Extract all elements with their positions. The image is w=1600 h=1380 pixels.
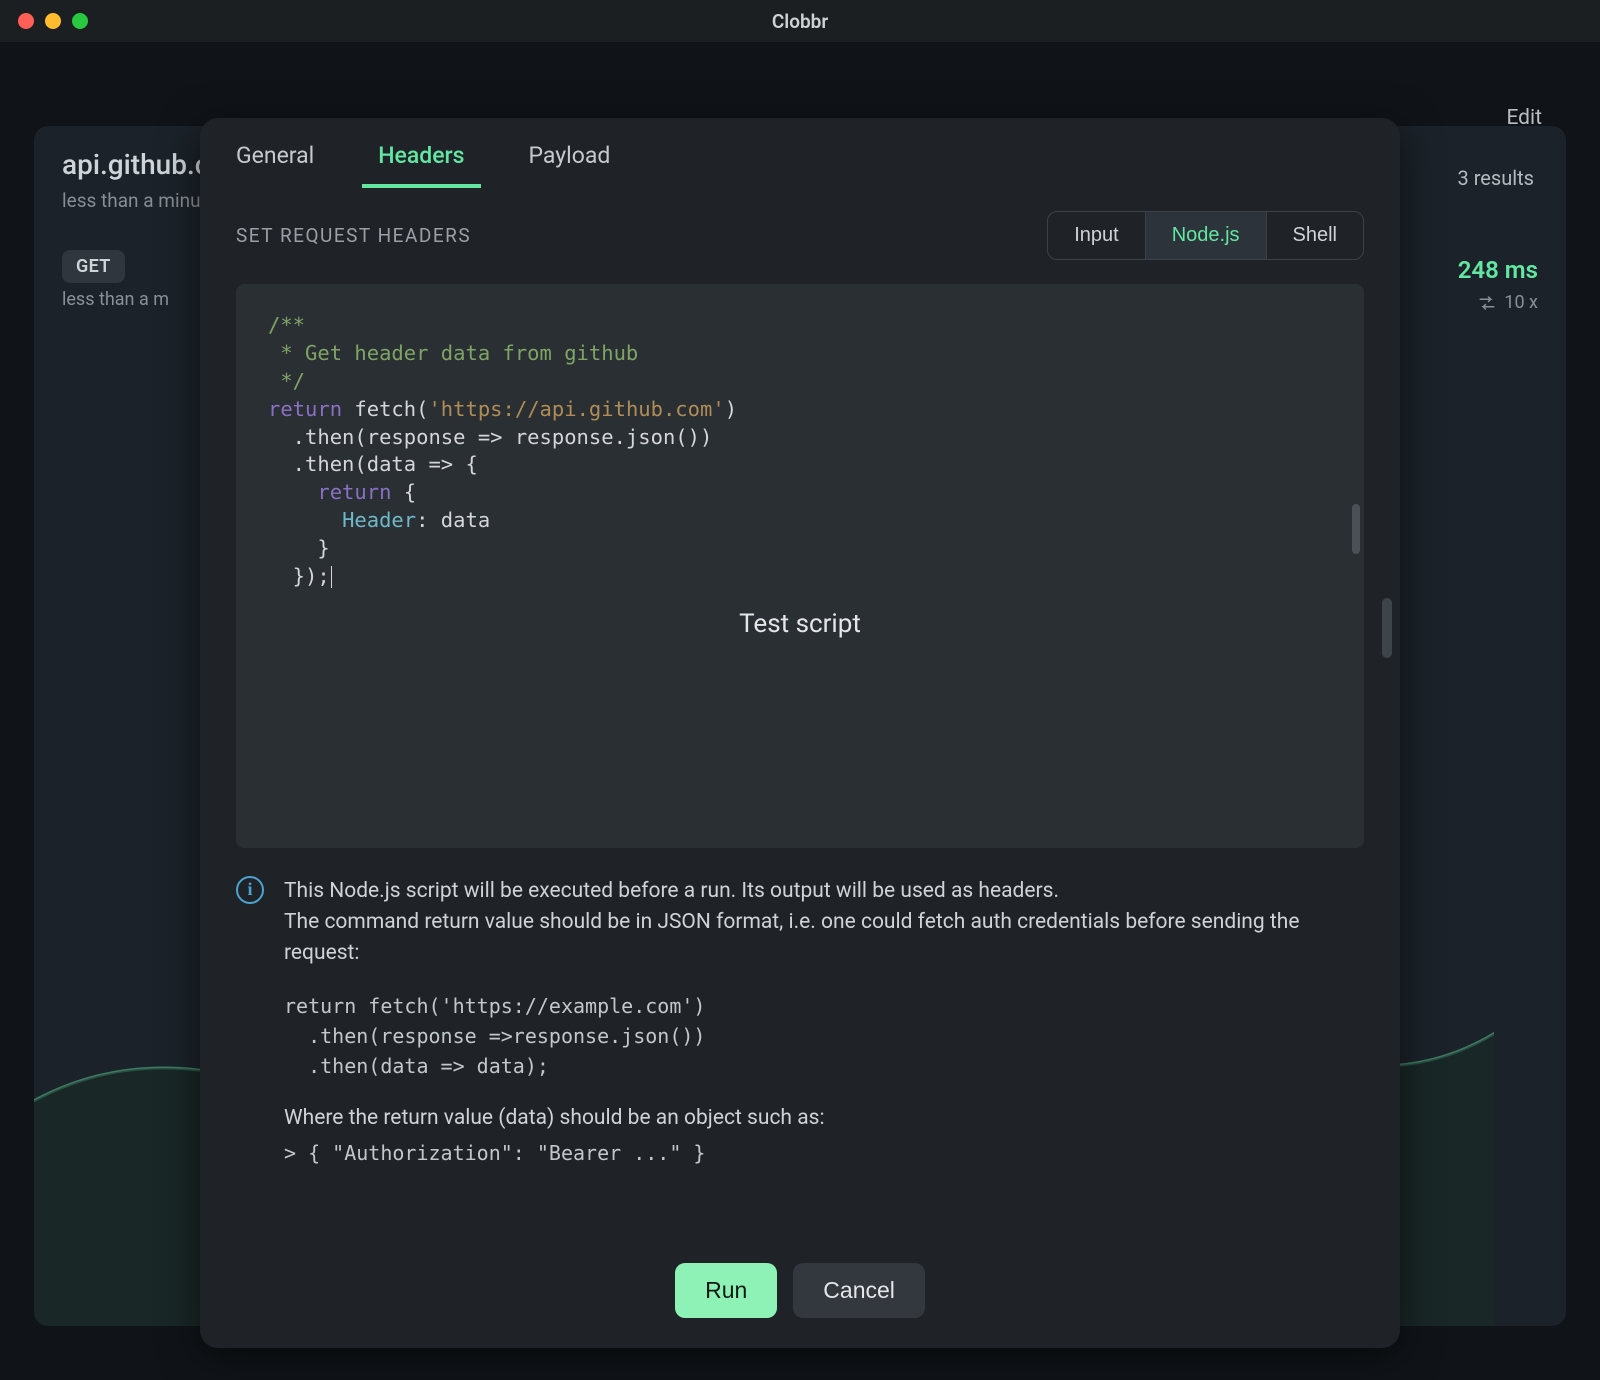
- modal-tabs: General Headers Payload: [200, 118, 1400, 187]
- segment-input[interactable]: Input: [1048, 212, 1144, 259]
- tab-headers[interactable]: Headers: [378, 142, 464, 187]
- script-mode-segmented: Input Node.js Shell: [1047, 211, 1364, 260]
- minimize-window-button[interactable]: [45, 13, 61, 29]
- row-age-label: less than a m: [62, 289, 169, 310]
- traffic-lights: [0, 13, 88, 29]
- modal-footer: Run Cancel: [200, 1239, 1400, 1348]
- run-button[interactable]: Run: [675, 1263, 777, 1318]
- info-icon: [236, 876, 264, 904]
- app-title: Clobbr: [772, 10, 828, 33]
- test-script-label: Test script: [268, 591, 1332, 639]
- http-method-badge: GET: [62, 250, 125, 283]
- cursor-caret: [331, 566, 332, 588]
- modal-scrollbar-thumb[interactable]: [1382, 598, 1392, 658]
- script-editor[interactable]: /** * Get header data from github */ ret…: [236, 284, 1364, 848]
- modal-body: SET REQUEST HEADERS Input Node.js Shell …: [200, 187, 1400, 1239]
- info-box: This Node.js script will be executed bef…: [236, 876, 1364, 1168]
- tab-payload[interactable]: Payload: [529, 142, 611, 187]
- cancel-button[interactable]: Cancel: [793, 1263, 925, 1318]
- close-window-button[interactable]: [18, 13, 34, 29]
- segment-nodejs[interactable]: Node.js: [1145, 212, 1266, 259]
- iterations-icon: [1478, 296, 1496, 310]
- window-titlebar: Clobbr: [0, 0, 1600, 42]
- info-paragraph: Where the return value (data) should be …: [284, 1103, 1364, 1134]
- info-code-example: return fetch('https://example.com') .the…: [284, 991, 1364, 1081]
- tab-general[interactable]: General: [236, 142, 314, 187]
- fullscreen-window-button[interactable]: [72, 13, 88, 29]
- info-code-example: > { "Authorization": "Bearer ..." }: [284, 1138, 1364, 1168]
- iteration-count: 10 x: [1458, 292, 1538, 313]
- segment-shell[interactable]: Shell: [1266, 212, 1363, 259]
- info-text: This Node.js script will be executed bef…: [284, 876, 1364, 1168]
- section-title: SET REQUEST HEADERS: [236, 224, 471, 247]
- results-count-label: 3 results: [1458, 166, 1534, 190]
- info-paragraph: This Node.js script will be executed bef…: [284, 876, 1364, 907]
- latency-value: 248 ms: [1458, 256, 1538, 284]
- request-settings-modal: General Headers Payload SET REQUEST HEAD…: [200, 118, 1400, 1348]
- info-paragraph: The command return value should be in JS…: [284, 907, 1364, 969]
- editor-scrollbar-thumb[interactable]: [1352, 504, 1360, 554]
